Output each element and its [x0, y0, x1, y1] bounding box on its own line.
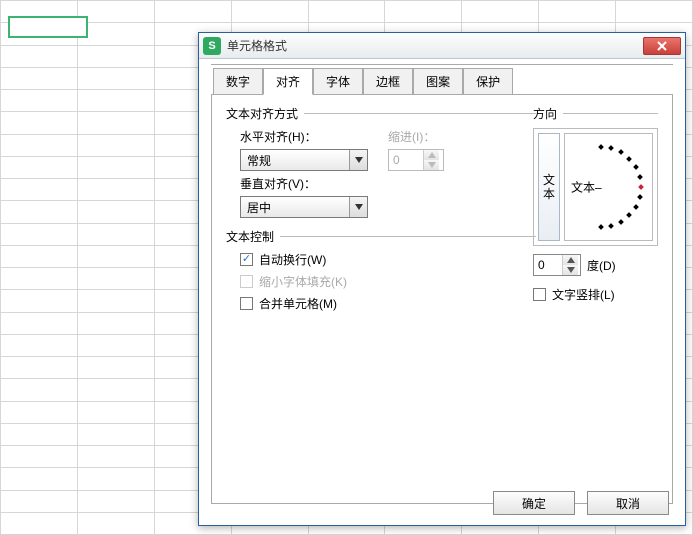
- text-control-group-title: 文本控制: [226, 228, 274, 245]
- rotation-arc[interactable]: 文本–: [564, 133, 653, 241]
- vertical-text-checkbox[interactable]: [533, 288, 546, 301]
- titlebar[interactable]: S 单元格格式: [199, 33, 685, 59]
- vertical-text-char: 文: [543, 174, 555, 186]
- wrap-checkbox[interactable]: [240, 253, 253, 266]
- indent-spinner: [388, 149, 444, 171]
- vertical-text-checkbox-label: 文字竖排(L): [552, 286, 615, 303]
- direction-body: 文 本 文本–: [533, 128, 658, 246]
- v-align-value: 居中: [241, 199, 349, 216]
- indent-label: 缩进(I)：: [388, 128, 435, 145]
- h-align-combo[interactable]: 常规: [240, 149, 368, 171]
- tab-number[interactable]: 数字: [213, 68, 263, 95]
- shrink-checkbox: [240, 275, 253, 288]
- close-button[interactable]: [643, 37, 681, 55]
- app-icon: S: [203, 37, 221, 55]
- v-align-label: 垂直对齐(V)：: [240, 175, 330, 192]
- spin-down-icon[interactable]: [563, 265, 578, 275]
- indent-value: [389, 150, 423, 170]
- cell-format-dialog: S 单元格格式 数字 对齐 字体 边框 图案 保护 文本对齐方式 水平对齐(H)…: [198, 32, 686, 526]
- merge-checkbox[interactable]: [240, 297, 253, 310]
- shrink-label: 缩小字体填充(K): [259, 273, 347, 290]
- degree-value[interactable]: [534, 255, 562, 275]
- vertical-text-char: 本: [543, 188, 555, 200]
- tab-pattern[interactable]: 图案: [413, 68, 463, 95]
- tab-alignment[interactable]: 对齐: [263, 68, 313, 95]
- text-align-group-title: 文本对齐方式: [226, 105, 298, 122]
- tab-border[interactable]: 边框: [363, 68, 413, 95]
- h-align-value: 常规: [241, 152, 349, 169]
- cancel-button[interactable]: 取消: [587, 491, 669, 515]
- v-align-combo[interactable]: 居中: [240, 196, 368, 218]
- h-align-label: 水平对齐(H)：: [240, 128, 330, 145]
- dialog-title: 单元格格式: [227, 37, 643, 54]
- merge-label: 合并单元格(M): [259, 295, 337, 312]
- degree-spinner[interactable]: [533, 254, 581, 276]
- selected-cell[interactable]: [8, 16, 88, 38]
- ok-button[interactable]: 确定: [493, 491, 575, 515]
- spin-up-icon[interactable]: [563, 255, 578, 265]
- chevron-down-icon: [349, 197, 367, 217]
- tab-font[interactable]: 字体: [313, 68, 363, 95]
- degree-label: 度(D): [587, 257, 616, 274]
- close-icon: [657, 41, 667, 51]
- tab-body: 文本对齐方式 水平对齐(H)： 缩进(I)： 常规: [211, 94, 673, 504]
- wrap-label: 自动换行(W): [259, 251, 326, 268]
- chevron-down-icon: [349, 150, 367, 170]
- direction-group-title: 方向: [533, 105, 557, 122]
- tab-protection[interactable]: 保护: [463, 68, 513, 95]
- arc-label: 文本–: [571, 179, 602, 196]
- spin-up-icon: [424, 150, 439, 160]
- vertical-text-button[interactable]: 文 本: [538, 133, 560, 241]
- spin-down-icon: [424, 160, 439, 170]
